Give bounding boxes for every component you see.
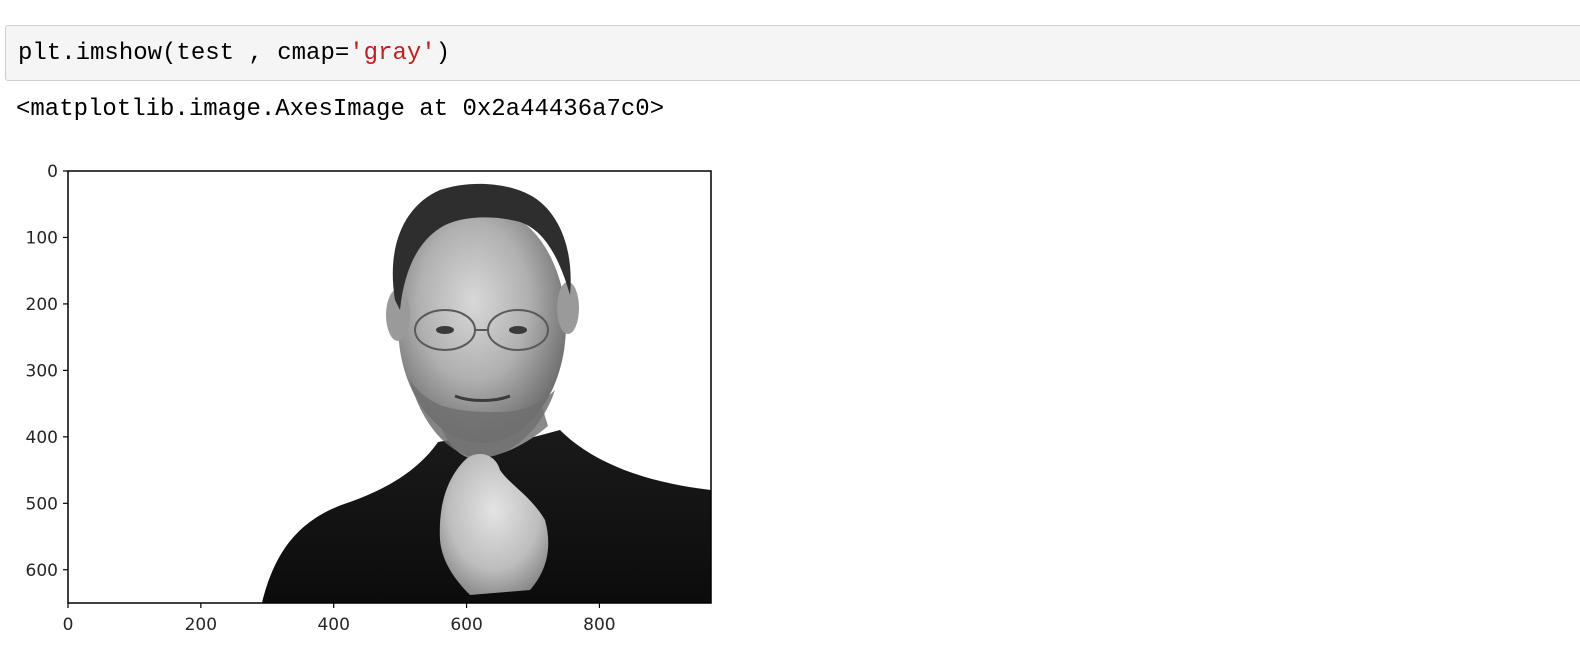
y-tick-label: 200 <box>26 295 58 315</box>
code-token-close-paren: ) <box>435 40 451 67</box>
y-tick-label: 0 <box>47 162 58 182</box>
y-tick-label: 500 <box>26 494 58 514</box>
y-tick-label: 100 <box>26 228 58 248</box>
x-tick-label: 200 <box>185 615 217 635</box>
x-tick-label: 0 <box>63 615 74 635</box>
cell-output-text: <matplotlib.image.AxesImage at 0x2a44436… <box>16 96 665 123</box>
code-cell-input[interactable]: plt.imshow(test , cmap='gray') <box>5 25 1580 81</box>
code-line[interactable]: plt.imshow(test , cmap='gray') <box>18 39 450 69</box>
y-tick-label: 600 <box>26 561 58 581</box>
code-token-string: 'gray' <box>349 40 436 67</box>
y-tick-label: 400 <box>26 428 58 448</box>
grayscale-portrait-image <box>68 171 711 603</box>
imshow-plot: 0 100 200 300 400 500 600 0 200 400 600 800 <box>26 162 712 635</box>
y-axis: 0 100 200 300 400 500 600 <box>26 162 68 581</box>
code-token-call: plt.imshow(test , cmap= <box>18 40 350 67</box>
x-tick-label: 400 <box>317 615 349 635</box>
x-tick-label: 800 <box>583 615 615 635</box>
y-tick-label: 300 <box>26 361 58 381</box>
x-axis: 0 200 400 600 800 <box>63 603 616 635</box>
x-tick-label: 600 <box>450 615 482 635</box>
